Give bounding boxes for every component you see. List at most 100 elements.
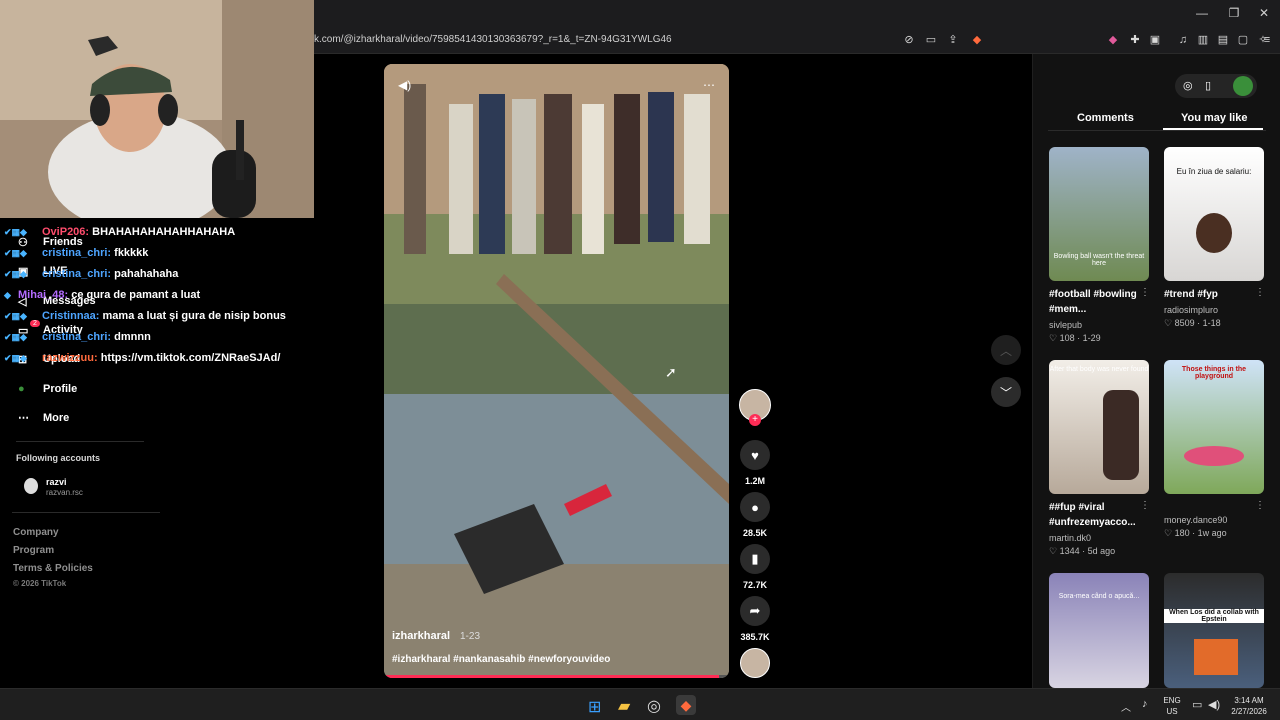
- music-disc-avatar[interactable]: [740, 648, 770, 678]
- brave-browser-icon[interactable]: ◆: [676, 695, 696, 715]
- extensions-icon[interactable]: ✚: [1128, 32, 1142, 48]
- card-author[interactable]: martin.dk0: [1049, 533, 1091, 543]
- file-explorer-icon[interactable]: ▰: [618, 696, 630, 716]
- windows-start-icon[interactable]: ⊞: [588, 697, 601, 717]
- card-date: 1-29: [1082, 333, 1101, 343]
- wallet-card-icon[interactable]: ▢: [1236, 32, 1250, 48]
- save-button[interactable]: ▮: [740, 544, 770, 574]
- comment-button[interactable]: ●: [740, 492, 770, 522]
- chat-user: razwizzuu:: [42, 352, 98, 364]
- taskbar: ⊞ ▰ ◎ ◆ ︿ ♪ ENG US ▭ ◀) 3:14 AM 2/27/2026: [0, 688, 1280, 720]
- cast-icon[interactable]: ▭: [924, 32, 938, 48]
- footer-terms[interactable]: Terms & Policies: [13, 563, 93, 574]
- more-options-icon[interactable]: ⋯: [703, 78, 715, 92]
- chat-user: cristina_chri:: [42, 247, 112, 259]
- card-more-icon[interactable]: ⋮: [1255, 287, 1265, 298]
- sidebar-item-more[interactable]: More: [43, 412, 69, 424]
- chat-user: Mihai_48:: [18, 289, 69, 301]
- address-bar[interactable]: k.com/@izharkharal/video/759854143013036…: [314, 34, 672, 45]
- comment-count: 28.5K: [742, 528, 768, 538]
- restore-icon[interactable]: ❐: [1226, 6, 1242, 20]
- microphone-icon[interactable]: ♪: [1142, 698, 1148, 710]
- card-author[interactable]: radiosimpluro: [1164, 305, 1218, 315]
- language-indicator[interactable]: ENG US: [1160, 695, 1184, 717]
- card-more-icon[interactable]: ⋮: [1140, 287, 1150, 298]
- profile-icon[interactable]: ●: [18, 383, 25, 395]
- more-icon[interactable]: ⋯: [18, 411, 29, 424]
- next-video-button[interactable]: ﹀: [991, 377, 1021, 407]
- card-more-icon[interactable]: ⋮: [1255, 500, 1265, 511]
- sidebar-item-profile[interactable]: Profile: [43, 383, 77, 395]
- thumbnail-caption: When Los did a collab with Epstein: [1164, 609, 1264, 623]
- tray-chevron-icon[interactable]: ︿: [1121, 699, 1131, 714]
- share-count: 385.7K: [740, 632, 770, 642]
- music-icon[interactable]: ♫: [1176, 32, 1190, 48]
- clock-time: 3:14 AM: [1234, 696, 1264, 705]
- card-date: 1-18: [1202, 318, 1221, 328]
- video-player[interactable]: ◀) ⋯ izharkharal 1-23 #izharkharal #nank…: [384, 64, 729, 678]
- mute-icon[interactable]: ◀): [398, 78, 411, 92]
- card-author[interactable]: money.dance90: [1164, 515, 1227, 525]
- wallet-icon[interactable]: ▣: [1148, 32, 1162, 48]
- vpn-icon[interactable]: ◆: [1106, 32, 1120, 48]
- network-icon[interactable]: ▭: [1192, 698, 1202, 711]
- video-caption[interactable]: #izharkharal #nankanasahib #newforyouvid…: [392, 654, 610, 665]
- previous-video-button[interactable]: ︿: [991, 335, 1021, 365]
- chat-user: OviP206:: [42, 226, 90, 238]
- card-title[interactable]: #trend #fyp: [1164, 287, 1264, 302]
- card-likes: 180: [1174, 528, 1190, 538]
- footer-program[interactable]: Program: [13, 545, 54, 556]
- device-icon[interactable]: ▯: [1205, 79, 1211, 92]
- video-thumbnail[interactable]: Eu în ziua de salariu:: [1164, 147, 1264, 281]
- no-tracking-icon[interactable]: ⊘: [902, 32, 916, 48]
- video-thumbnail[interactable]: When Los did a collab with Epstein: [1164, 573, 1264, 688]
- chat-user: cristina_chri:: [42, 331, 112, 343]
- follow-plus-icon[interactable]: +: [749, 414, 761, 426]
- minimize-icon[interactable]: —: [1194, 6, 1210, 20]
- footer-company[interactable]: Company: [13, 527, 59, 538]
- card-more-icon[interactable]: ⋮: [1140, 500, 1150, 511]
- card-title[interactable]: #football #bowling #mem...: [1049, 287, 1149, 317]
- chat-message: ✔▦◆ cristina_chri: fkkkkk: [4, 247, 148, 259]
- video-thumbnail[interactable]: After that body was never found: [1049, 360, 1149, 494]
- chat-badges-icon: ◆: [4, 290, 11, 300]
- language-code: ENG: [1163, 696, 1181, 705]
- avatar[interactable]: [24, 478, 38, 494]
- video-thumbnail[interactable]: Those things in the playground: [1164, 360, 1264, 494]
- compass-icon[interactable]: ◎: [1183, 79, 1193, 92]
- volume-icon[interactable]: ◀): [1208, 698, 1220, 711]
- close-icon[interactable]: ✕: [1256, 6, 1272, 20]
- region-code: US: [1166, 707, 1178, 716]
- menu-icon[interactable]: ≡: [1260, 32, 1274, 48]
- thumbnail-caption: After that body was never found: [1049, 366, 1149, 373]
- video-frame: [384, 64, 729, 678]
- clock-date: 2/27/2026: [1231, 707, 1267, 716]
- reading-icon[interactable]: ▤: [1216, 32, 1230, 48]
- progress-track[interactable]: [384, 675, 729, 678]
- video-author[interactable]: izharkharal: [392, 630, 450, 642]
- chevron-down-icon: ﹀: [999, 385, 1012, 400]
- tab-comments[interactable]: Comments: [1077, 112, 1134, 124]
- card-author[interactable]: sivlepub: [1049, 320, 1082, 330]
- chat-message: ✔▦◆ cristina_chri: dmnnn: [4, 331, 151, 343]
- share-icon[interactable]: ⇪: [946, 32, 960, 48]
- chat-text: pahahahaha: [114, 268, 179, 280]
- sidebar-icon[interactable]: ▥: [1196, 32, 1210, 48]
- card-meta: ♡ 108 · 1-29: [1049, 333, 1101, 343]
- card-likes: 8509: [1174, 318, 1195, 328]
- video-thumbnail[interactable]: Bowling ball wasn't the threat here: [1049, 147, 1149, 281]
- share-button[interactable]: ➦: [740, 596, 770, 626]
- chevron-up-icon: ︿: [999, 343, 1012, 358]
- following-handle: razvan.rsc: [46, 488, 83, 497]
- card-title[interactable]: ##fup #viral #unfrezemyacco...: [1049, 500, 1149, 530]
- brave-shield-icon[interactable]: ◆: [970, 32, 984, 48]
- video-thumbnail[interactable]: Sora-mea când o apucă...: [1049, 573, 1149, 688]
- following-name[interactable]: razvi: [46, 477, 67, 487]
- obs-icon[interactable]: ◎: [647, 696, 661, 716]
- chat-badges-icon: ✔▦◆: [4, 227, 27, 237]
- card-meta: ♡ 8509 · 1-18: [1164, 318, 1221, 328]
- like-button[interactable]: ♥: [740, 440, 770, 470]
- tab-you-may-like[interactable]: You may like: [1181, 112, 1247, 124]
- clock[interactable]: 3:14 AM 2/27/2026: [1224, 695, 1274, 717]
- user-avatar[interactable]: [1233, 76, 1253, 96]
